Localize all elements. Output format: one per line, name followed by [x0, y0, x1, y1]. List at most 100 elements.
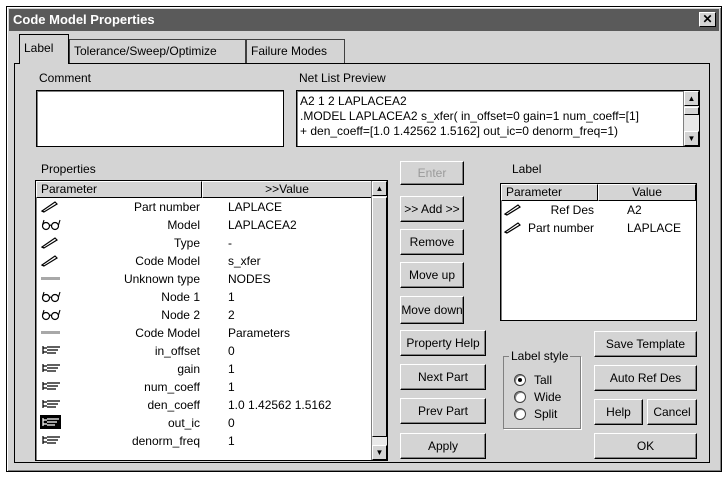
tab-failure-modes[interactable]: Failure Modes	[246, 39, 345, 63]
property-name: Node 1	[161, 290, 200, 304]
label-param-value: LAPLACE	[627, 221, 682, 235]
property-name: Code Model	[135, 326, 200, 340]
remove-button[interactable]: Remove	[400, 229, 464, 255]
property-row[interactable]: Code Model s_xfer	[36, 253, 372, 269]
netlist-line: .MODEL LAPLACEA2 s_xfer( in_offset=0 gai…	[300, 109, 639, 123]
scroll-up-arrow-icon[interactable]: ▲	[684, 91, 699, 106]
netlist-preview-label: Net List Preview	[299, 71, 386, 85]
column-header-parameter[interactable]: Parameter	[501, 184, 598, 201]
label-row[interactable]: Part number LAPLACE	[501, 220, 696, 236]
tab-tolerance-sweep-optimize[interactable]: Tolerance/Sweep/Optimize	[69, 39, 246, 63]
property-value: 1	[228, 434, 235, 448]
property-value: 2	[228, 308, 235, 322]
scroll-thumb[interactable]	[684, 107, 699, 115]
property-name: out_ic	[167, 416, 200, 430]
property-name: Part number	[133, 200, 200, 214]
add-button[interactable]: >> Add >>	[400, 196, 464, 222]
property-value: -	[228, 236, 232, 250]
prev-part-button[interactable]: Prev Part	[400, 398, 486, 424]
pencil-icon	[503, 202, 525, 218]
property-help-button[interactable]: Property Help	[400, 330, 486, 356]
netlist-line: + den_coeff=[1.0 1.42562 1.5162] out_ic=…	[300, 124, 619, 138]
glasses-icon	[40, 217, 62, 233]
property-name: Model	[167, 218, 200, 232]
label-param-name: Part number	[527, 221, 594, 235]
title-bar[interactable]: Code Model Properties ✕	[9, 9, 719, 31]
properties-label: Properties	[41, 162, 96, 176]
property-name: Type	[173, 236, 200, 250]
separator-bar-icon	[40, 325, 62, 341]
property-name: Node 2	[161, 308, 200, 322]
label-list[interactable]: Parameter Value Ref Des A2 Part number LAPL…	[500, 183, 697, 321]
plug-icon	[40, 343, 62, 359]
move-up-button[interactable]: Move up	[400, 262, 464, 288]
property-row[interactable]: Unknown type NODES	[36, 271, 372, 287]
property-value: LAPLACEA2	[228, 218, 297, 232]
property-row[interactable]: Part number LAPLACE	[36, 199, 372, 215]
save-template-button[interactable]: Save Template	[594, 331, 697, 357]
label-param-value: A2	[627, 203, 642, 217]
tab-label[interactable]: Label	[19, 34, 69, 64]
property-row[interactable]: Type -	[36, 235, 372, 251]
glasses-icon	[40, 307, 62, 323]
properties-list[interactable]: Parameter >>Value Part number LAPLACE Mode…	[35, 180, 388, 461]
radio-tall-label[interactable]: Tall	[534, 373, 552, 387]
label-style-legend: Label style	[509, 349, 571, 363]
property-value: 1	[228, 380, 235, 394]
radio-wide[interactable]	[514, 391, 526, 403]
scroll-down-arrow-icon[interactable]: ▼	[372, 445, 387, 460]
property-value: 1.0 1.42562 1.5162	[228, 398, 332, 412]
property-name: Unknown type	[123, 272, 200, 286]
radio-split-label[interactable]: Split	[534, 407, 557, 421]
property-row[interactable]: out_ic 0	[36, 415, 372, 431]
property-row[interactable]: in_offset 0	[36, 343, 372, 359]
property-name: gain	[177, 362, 200, 376]
property-name: in_offset	[154, 344, 200, 358]
enter-button[interactable]: Enter	[400, 161, 464, 185]
apply-button[interactable]: Apply	[400, 433, 486, 459]
next-part-button[interactable]: Next Part	[400, 364, 486, 390]
property-row[interactable]: gain 1	[36, 361, 372, 377]
window-title: Code Model Properties	[13, 12, 155, 27]
label-param-name: Ref Des	[550, 203, 594, 217]
move-down-button[interactable]: Move down	[400, 296, 464, 324]
close-button[interactable]: ✕	[699, 12, 716, 27]
cancel-button[interactable]: Cancel	[647, 399, 697, 425]
property-row[interactable]: den_coeff 1.0 1.42562 1.5162	[36, 397, 372, 413]
radio-wide-label[interactable]: Wide	[534, 390, 561, 404]
auto-ref-des-button[interactable]: Auto Ref Des	[594, 365, 697, 391]
label-row[interactable]: Ref Des A2	[501, 202, 696, 218]
property-row[interactable]: Model LAPLACEA2	[36, 217, 372, 233]
plug-icon	[40, 397, 62, 413]
column-header-parameter[interactable]: Parameter	[36, 181, 202, 198]
plug-icon	[40, 379, 62, 395]
property-name: Code Model	[135, 254, 200, 268]
glasses-icon	[40, 289, 62, 305]
property-value: NODES	[228, 272, 271, 286]
property-row[interactable]: num_coeff 1	[36, 379, 372, 395]
pencil-icon	[40, 253, 62, 269]
properties-scrollbar[interactable]: ▲ ▼	[371, 181, 387, 460]
comment-textarea[interactable]	[36, 90, 284, 147]
property-value: 0	[228, 344, 235, 358]
column-header-value[interactable]: Value	[598, 184, 696, 201]
plug-icon	[40, 433, 62, 449]
property-row[interactable]: Node 1 1	[36, 289, 372, 305]
scroll-down-arrow-icon[interactable]: ▼	[684, 131, 699, 146]
radio-tall[interactable]	[514, 374, 526, 386]
scroll-thumb[interactable]	[372, 197, 387, 437]
radio-split[interactable]	[514, 408, 526, 420]
property-name: denorm_freq	[131, 434, 200, 448]
netlist-preview-box[interactable]: A2 1 2 LAPLACEA2 .MODEL LAPLACEA2 s_xfer…	[296, 90, 700, 147]
column-header-value[interactable]: >>Value	[202, 181, 372, 198]
plug-icon	[40, 361, 62, 377]
property-row[interactable]: Node 2 2	[36, 307, 372, 323]
property-row[interactable]: denorm_freq 1	[36, 433, 372, 449]
ok-button[interactable]: OK	[594, 433, 697, 459]
scroll-up-arrow-icon[interactable]: ▲	[372, 181, 387, 196]
netlist-line: A2 1 2 LAPLACEA2	[300, 94, 407, 108]
netlist-scrollbar[interactable]: ▲ ▼	[683, 91, 699, 146]
help-button[interactable]: Help	[594, 399, 643, 425]
property-row[interactable]: Code Model Parameters	[36, 325, 372, 341]
property-value: LAPLACE	[228, 200, 283, 214]
